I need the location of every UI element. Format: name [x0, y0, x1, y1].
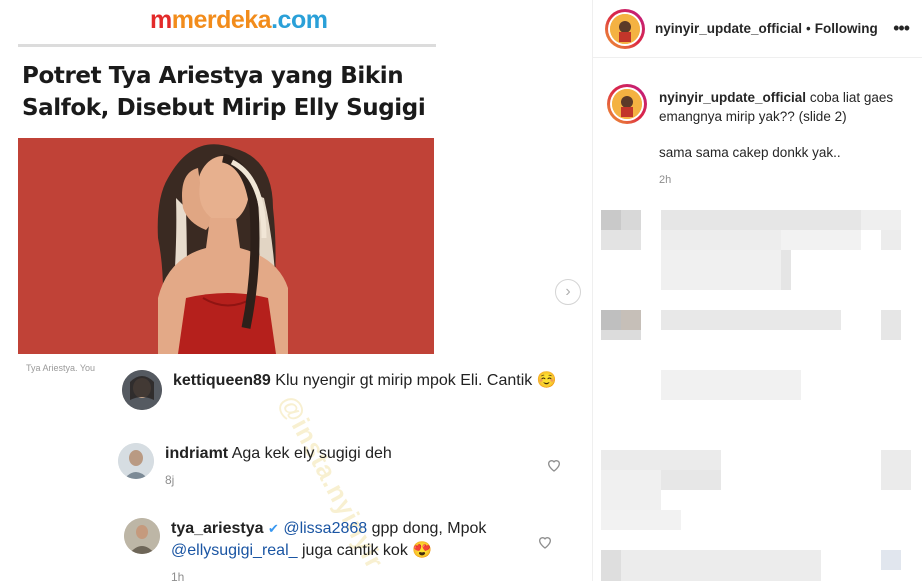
- caption-avatar[interactable]: [607, 84, 647, 124]
- post-header: nyinyir_update_official • Following •••: [593, 0, 922, 58]
- caption-second-line: sama sama cakep donkk yak..: [659, 145, 841, 160]
- avatar-image: [612, 89, 642, 119]
- avatar[interactable]: [124, 518, 160, 554]
- logo-divider: [18, 44, 436, 47]
- comment-username[interactable]: indriamt: [165, 445, 228, 462]
- comment-username[interactable]: kettiqueen89: [173, 372, 271, 389]
- next-slide-button[interactable]: ›: [555, 279, 581, 305]
- instagram-post-view: mmerdeka.com Potret Tya Ariestya yang Bi…: [0, 0, 922, 581]
- avatar[interactable]: [118, 443, 154, 479]
- comment-time: 8j: [165, 473, 175, 487]
- comment-username[interactable]: tya_ariestya: [171, 520, 264, 537]
- comment-text: juga cantik kok 😍: [301, 542, 433, 559]
- comment-indriamt: indriamt Aga kek ely sugigi deh 8j: [118, 443, 525, 491]
- woman-portrait-illustration: [18, 138, 434, 354]
- blurred-text: [601, 450, 721, 470]
- logo-part-merdeka: merdeka: [171, 6, 272, 34]
- avatar-image: [122, 370, 162, 410]
- header-username[interactable]: nyinyir_update_official: [655, 21, 802, 36]
- article-headline: Potret Tya Ariestya yang Bikin Salfok, D…: [22, 63, 426, 121]
- heart-icon[interactable]: [546, 457, 562, 473]
- header-avatar[interactable]: [605, 8, 645, 49]
- blurred-text: [621, 550, 821, 581]
- caption-username[interactable]: nyinyir_update_official: [659, 90, 806, 105]
- comment-text: gpp dong, Mpok: [371, 520, 487, 537]
- post-sidebar: nyinyir_update_official • Following ••• …: [592, 0, 922, 581]
- post-age: 2h: [659, 174, 672, 186]
- avatar-image: [118, 443, 154, 479]
- comment-text: Aga kek ely sugigi deh: [231, 445, 392, 462]
- avatar[interactable]: [122, 370, 162, 410]
- avatar-image: [610, 13, 640, 44]
- comment-tya-ariestya: tya_ariestya ✔ @lissa2868 gpp dong, Mpok…: [124, 518, 551, 581]
- blurred-avatar: [601, 210, 621, 230]
- chevron-right-icon: ›: [565, 283, 571, 300]
- more-options-icon[interactable]: •••: [893, 18, 910, 39]
- mention-lissa2868[interactable]: @lissa2868: [283, 520, 367, 537]
- logo-part-m: m: [150, 6, 172, 34]
- blurred-avatar: [601, 550, 621, 581]
- comment-time: 1h: [171, 570, 185, 581]
- merdeka-logo: mmerdeka.com: [150, 6, 328, 35]
- article-photo: [18, 138, 434, 354]
- heart-icon[interactable]: [537, 534, 553, 550]
- logo-part-com: .com: [271, 6, 328, 34]
- avatar-image: [124, 518, 160, 554]
- comment-kettiqueen89: kettiqueen89 Klu nyengir gt mirip mpok E…: [122, 370, 573, 410]
- mention-ellysugigi[interactable]: @ellysugigi_real_: [171, 542, 298, 559]
- blurred-text: [661, 310, 841, 330]
- separator-dot: •: [806, 21, 811, 36]
- verified-badge-icon: ✔: [267, 521, 279, 536]
- comment-text: Klu nyengir gt mirip mpok Eli. Cantik ☺️: [275, 372, 557, 389]
- photo-caption: Tya Ariestya. You: [26, 363, 96, 373]
- blurred-text: [661, 210, 861, 230]
- following-button[interactable]: Following: [815, 21, 878, 36]
- blurred-avatar: [601, 310, 621, 330]
- post-media: mmerdeka.com Potret Tya Ariestya yang Bi…: [0, 0, 592, 581]
